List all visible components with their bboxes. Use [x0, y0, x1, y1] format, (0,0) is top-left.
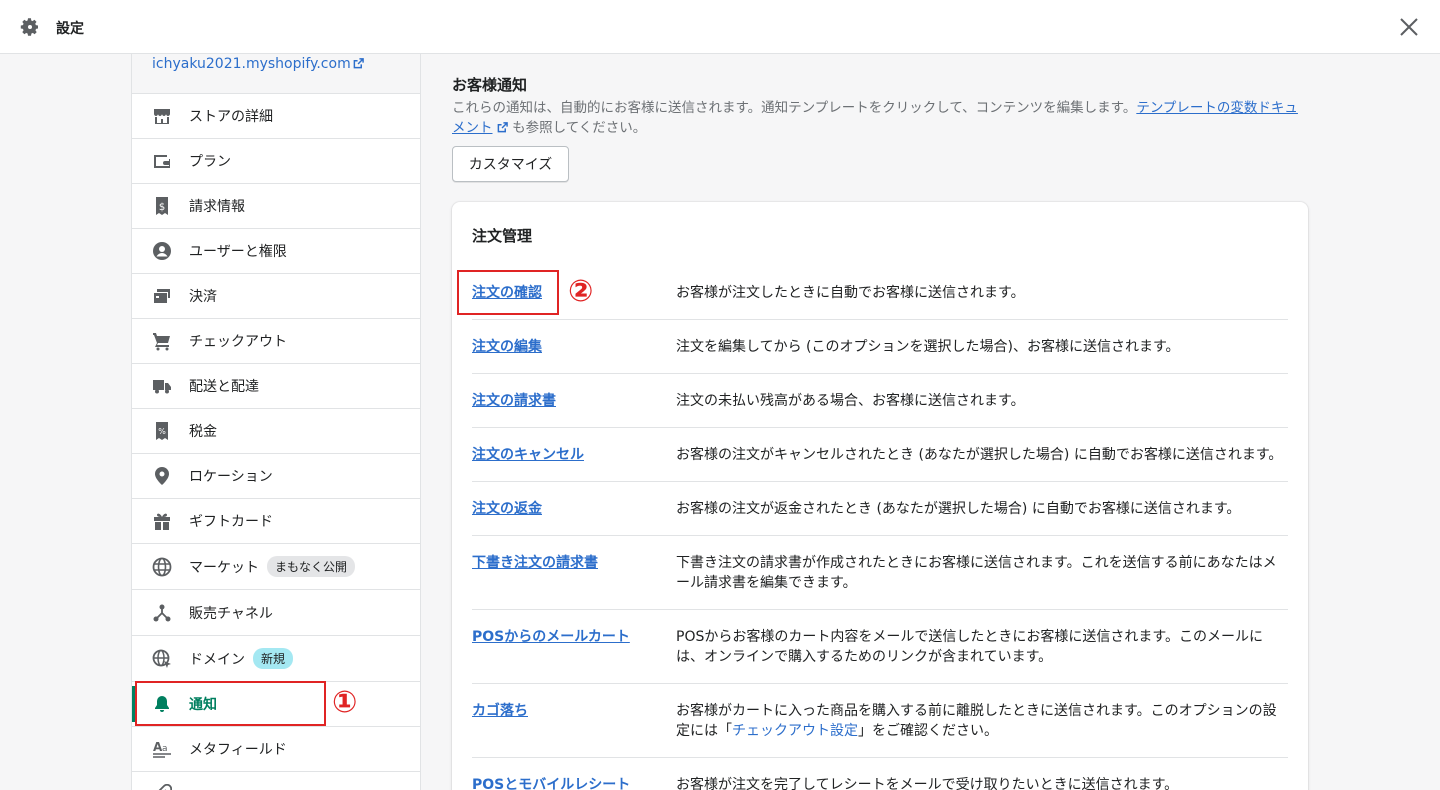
notification-row: 注文の確認 お客様が注文したときに自動でお客様に送信されます。 [472, 266, 1288, 320]
sidebar-item-markets[interactable]: マーケット まもなく公開 [132, 544, 420, 590]
notification-link-order-edited[interactable]: 注文の編集 [472, 337, 676, 357]
notification-row: 注文の請求書 注文の未払い残高がある場合、お客様に送信されます。 [472, 374, 1288, 428]
sidebar-item-label: 決済 [189, 289, 217, 305]
page-title: 設定 [56, 21, 84, 37]
annotation-box-1 [135, 681, 326, 726]
sidebar-item-label: ロケーション [189, 469, 273, 485]
sidebar-item-billing[interactable]: $ 請求情報 [132, 184, 420, 229]
coming-soon-badge: まもなく公開 [267, 556, 356, 577]
notification-link-pos-mobile-receipt[interactable]: POSとモバイルレシート [472, 775, 676, 790]
notification-description: POSからお客様のカート内容をメールで送信したときにお客様に送信されます。このメ… [676, 629, 1263, 665]
notification-row: POSとモバイルレシート お客様が注文を完了してレシートをメールで受け取りたいと… [472, 758, 1288, 790]
billing-icon: $ [152, 196, 172, 216]
annotation-number-1: ① [332, 685, 358, 720]
wallet-icon [152, 151, 172, 171]
svg-text:$: $ [159, 202, 165, 213]
notification-description: 下書き注文の請求書が作成されたときにお客様に送信されます。これを送信する前にあな… [676, 555, 1277, 591]
store-link[interactable]: ichyaku2021.myshopify.com [152, 56, 364, 72]
description-text: 」をご確認ください。 [858, 723, 998, 739]
user-icon [152, 241, 172, 261]
notification-description: お客様が注文したときに自動でお客様に送信されます。 [676, 285, 1025, 301]
notification-row: POSからのメールカート POSからお客様のカート内容をメールで送信したときにお… [472, 610, 1288, 684]
section-description-suffix: も参照してください。 [512, 120, 647, 136]
notification-link-order-cancelled[interactable]: 注文のキャンセル [472, 445, 676, 465]
svg-text:a: a [162, 744, 168, 754]
sidebar-item-plan[interactable]: プラン [132, 139, 420, 184]
metafields-icon: Aa [152, 739, 172, 759]
notification-link-order-refund[interactable]: 注文の返金 [472, 499, 676, 519]
sidebar-item-shipping[interactable]: 配送と配達 [132, 364, 420, 409]
svg-text:%: % [158, 427, 166, 436]
new-badge: 新規 [253, 648, 294, 669]
annotation-number-2: ② [568, 274, 594, 309]
sidebar-item-label: プラン [189, 154, 231, 170]
notification-description: お客様の注文がキャンセルされたとき (あなたが選択した場合) に自動でお客様に送… [676, 447, 1283, 463]
external-link-icon [497, 122, 508, 133]
notification-row: 注文のキャンセル お客様の注文がキャンセルされたとき (あなたが選択した場合) … [472, 428, 1288, 482]
notification-link-pos-email-cart[interactable]: POSからのメールカート [472, 627, 676, 667]
sidebar-item-checkout[interactable]: チェックアウト [132, 319, 420, 364]
globe-icon [152, 557, 172, 577]
sidebar-item-label: ユーザーと権限 [189, 244, 287, 260]
notification-description: 注文の未払い残高がある場合、お客様に送信されます。 [676, 393, 1025, 409]
sidebar-item-label: マーケット [189, 559, 259, 576]
sidebar-item-label: チェックアウト [189, 334, 287, 350]
gear-icon [20, 18, 38, 36]
sidebar-item-users[interactable]: ユーザーと権限 [132, 229, 420, 274]
sidebar-item-payments[interactable]: 決済 [132, 274, 420, 319]
notification-description: お客様の注文が返金されたとき (あなたが選択した場合) に自動でお客様に送信され… [676, 501, 1241, 517]
top-bar: 設定 [0, 0, 1440, 54]
notification-row: 注文の編集 注文を編集してから (このオプションを選択した場合)、お客様に送信さ… [472, 320, 1288, 374]
paperclip-icon [152, 784, 172, 790]
notification-list: 注文の確認 お客様が注文したときに自動でお客様に送信されます。 注文の編集 注文… [472, 266, 1288, 790]
gift-icon [152, 511, 172, 531]
notification-link-order-invoice[interactable]: 注文の請求書 [472, 391, 676, 411]
sidebar-item-taxes[interactable]: % 税金 [132, 409, 420, 454]
close-icon[interactable] [1398, 16, 1420, 38]
sidebar-item-metafields[interactable]: Aa メタフィールド [132, 727, 420, 772]
sidebar-item-gift-cards[interactable]: ギフトカード [132, 499, 420, 544]
annotation-box-2 [457, 270, 559, 315]
checkout-settings-link[interactable]: チェックアウト設定 [732, 723, 858, 739]
store-link-row: ichyaku2021.myshopify.com [132, 54, 420, 94]
notification-link-draft-order-invoice[interactable]: 下書き注文の請求書 [472, 553, 676, 593]
cart-icon [152, 331, 172, 351]
notification-description: 注文を編集してから (このオプションを選択した場合)、お客様に送信されます。 [676, 339, 1180, 355]
sidebar-item-label: ギフトカード [189, 514, 273, 530]
settings-sidebar: ichyaku2021.myshopify.com ストアの詳細 プラン $ 請… [131, 54, 421, 790]
sidebar-item-label: 配送と配達 [189, 379, 259, 395]
store-link-text: ichyaku2021.myshopify.com [152, 56, 351, 72]
sidebar-item-sales-channels[interactable]: 販売チャネル [132, 590, 420, 636]
notification-row: 下書き注文の請求書 下書き注文の請求書が作成されたときにお客様に送信されます。こ… [472, 536, 1288, 610]
notification-link-abandoned-checkout[interactable]: カゴ落ち [472, 701, 676, 741]
domain-icon [152, 649, 172, 669]
section-description-text: これらの通知は、自動的にお客様に送信されます。通知テンプレートをクリックして、コ… [452, 100, 1137, 116]
sidebar-item-label: 請求情報 [189, 199, 245, 215]
sidebar-item-label: 販売チャネル [189, 605, 273, 622]
sidebar-item-domains[interactable]: ドメイン 新規 [132, 636, 420, 682]
store-icon [152, 106, 172, 126]
tax-icon: % [152, 421, 172, 441]
notification-row: カゴ落ち お客様がカートに入った商品を購入する前に離脱したときに送信されます。こ… [472, 684, 1288, 758]
section-title: お客様通知 [452, 76, 528, 94]
location-icon [152, 466, 172, 486]
external-link-icon [353, 58, 364, 69]
truck-icon [152, 376, 172, 396]
sidebar-item-label: 税金 [189, 424, 217, 440]
sidebar-item-locations[interactable]: ロケーション [132, 454, 420, 499]
sidebar-item-label: ドメイン [189, 651, 245, 668]
sidebar-item-label: メタフィールド [189, 742, 287, 758]
section-description: これらの通知は、自動的にお客様に送信されます。通知テンプレートをクリックして、コ… [452, 98, 1302, 138]
sidebar-item-store-details[interactable]: ストアの詳細 [132, 94, 420, 139]
channels-icon [152, 603, 172, 623]
customize-button[interactable]: カスタマイズ [452, 146, 569, 182]
card-title: 注文管理 [472, 227, 533, 245]
payments-icon [152, 286, 172, 306]
notification-row: 注文の返金 お客様の注文が返金されたとき (あなたが選択した場合) に自動でお客… [472, 482, 1288, 536]
notification-description: お客様がカートに入った商品を購入する前に離脱したときに送信されます。このオプショ… [676, 701, 1288, 741]
sidebar-item-files[interactable] [132, 772, 420, 790]
notification-description: お客様が注文を完了してレシートをメールで受け取りたいときに送信されます。 [676, 777, 1179, 790]
sidebar-item-label: ストアの詳細 [189, 109, 273, 125]
